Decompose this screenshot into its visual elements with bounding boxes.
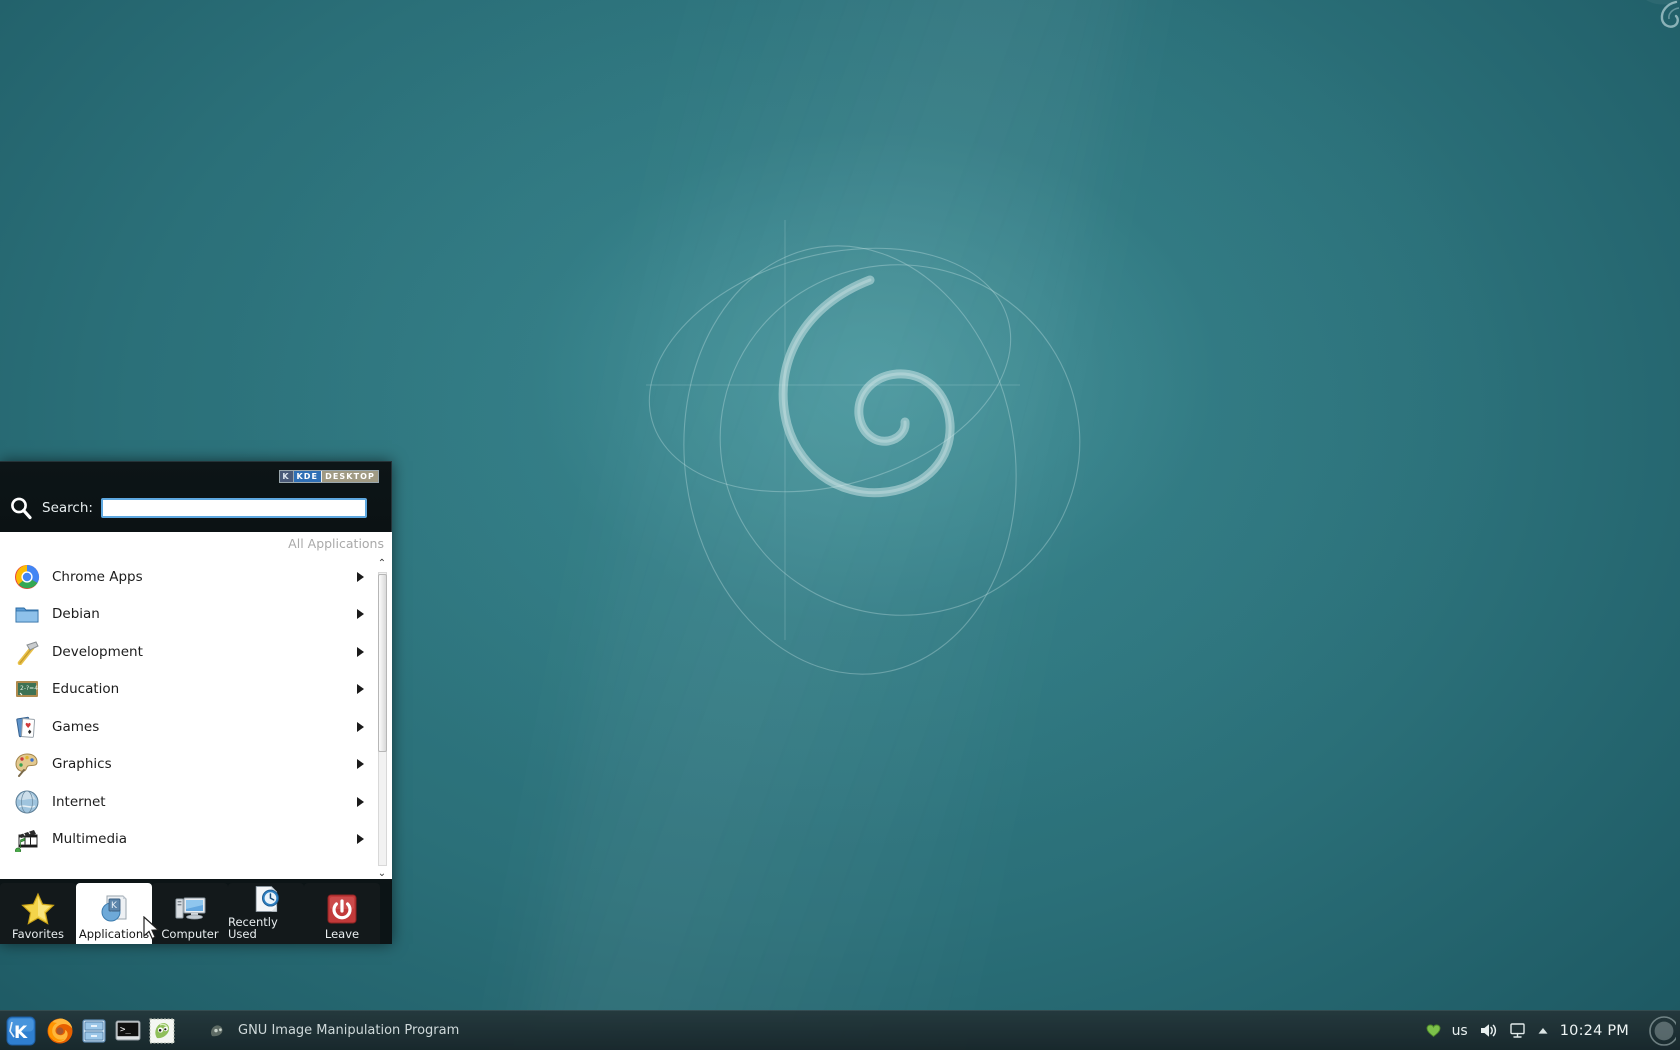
blackboard-icon: 2-?=4 bbox=[14, 676, 40, 702]
svg-text:>_: >_ bbox=[120, 1025, 131, 1035]
desktop-toolbox-icon[interactable] bbox=[1646, 0, 1680, 34]
terminal-icon[interactable]: >_ bbox=[114, 1017, 142, 1045]
tab-recently-used[interactable]: Recently Used bbox=[228, 883, 304, 944]
globe-icon bbox=[14, 789, 40, 815]
menu-item-label: Games bbox=[52, 719, 372, 735]
application-category-list[interactable]: Chrome Apps Debian bbox=[0, 558, 372, 880]
star-icon bbox=[20, 891, 56, 927]
gimp-window-icon bbox=[208, 1021, 228, 1041]
search-label: Search: bbox=[42, 500, 93, 516]
folder-icon bbox=[14, 601, 40, 627]
menu-item-multimedia[interactable]: Multimedia bbox=[0, 821, 372, 859]
submenu-arrow-icon bbox=[357, 834, 364, 844]
menu-item-graphics[interactable]: Graphics bbox=[0, 746, 372, 784]
menu-item-label: Chrome Apps bbox=[52, 569, 372, 585]
gimp-icon[interactable] bbox=[148, 1017, 176, 1045]
menu-item-debian[interactable]: Debian bbox=[0, 596, 372, 634]
svg-text:♦: ♦ bbox=[27, 729, 32, 736]
menu-item-chrome-apps[interactable]: Chrome Apps bbox=[0, 558, 372, 596]
system-tray[interactable]: us 10:24 PM bbox=[1426, 1014, 1676, 1048]
quick-launch-area[interactable]: >_ bbox=[46, 1017, 176, 1045]
svg-text:K: K bbox=[14, 1023, 28, 1043]
keyboard-layout-indicator[interactable]: us bbox=[1452, 1023, 1468, 1039]
menu-scrollbar[interactable]: ⌃ ⌄ bbox=[375, 562, 389, 876]
svg-text:2-?=4: 2-?=4 bbox=[20, 685, 38, 692]
tab-label: Leave bbox=[325, 929, 359, 941]
filemanager-icon[interactable] bbox=[80, 1017, 108, 1045]
submenu-arrow-icon bbox=[357, 647, 364, 657]
launcher-header: K KDE DESKTOP Search: bbox=[0, 462, 391, 532]
menu-item-label: Internet bbox=[52, 794, 372, 810]
launcher-content-pane: All Applications Chrome bbox=[0, 532, 392, 880]
submenu-arrow-icon bbox=[357, 759, 364, 769]
launcher-tab-bar[interactable]: Favorites K Applications bbox=[0, 879, 392, 944]
menu-item-label: Debian bbox=[52, 606, 372, 622]
scrollbar-thumb[interactable] bbox=[378, 574, 387, 752]
submenu-arrow-icon bbox=[357, 684, 364, 694]
scroll-up-icon[interactable]: ⌃ bbox=[375, 558, 389, 570]
search-row: Search: bbox=[0, 495, 391, 521]
submenu-arrow-icon bbox=[357, 722, 364, 732]
tab-leave[interactable]: Leave bbox=[304, 883, 380, 944]
taskbar[interactable]: K >_ bbox=[0, 1010, 1680, 1050]
submenu-arrow-icon bbox=[357, 572, 364, 582]
tab-label: Recently Used bbox=[228, 917, 304, 940]
tab-favorites[interactable]: Favorites bbox=[0, 883, 76, 944]
chrome-icon bbox=[14, 564, 40, 590]
breadcrumb[interactable]: All Applications bbox=[288, 536, 384, 551]
power-icon bbox=[324, 891, 360, 927]
menu-item-games[interactable]: ♥ ♦ Games bbox=[0, 708, 372, 746]
display-icon[interactable] bbox=[1509, 1022, 1526, 1039]
show-hidden-icons-arrow[interactable] bbox=[1537, 1026, 1549, 1036]
menu-item-label: Education bbox=[52, 681, 372, 697]
computer-icon bbox=[172, 891, 208, 927]
kde-k-icon: K bbox=[6, 1016, 36, 1046]
analog-clock-widget[interactable] bbox=[1642, 1014, 1676, 1048]
tab-label: Computer bbox=[161, 929, 218, 941]
wallpaper-light-streak bbox=[489, 0, 1140, 1050]
palette-icon bbox=[14, 751, 40, 777]
submenu-arrow-icon bbox=[357, 609, 364, 619]
menu-item-education[interactable]: 2-?=4 Education bbox=[0, 671, 372, 709]
tab-label: Favorites bbox=[12, 929, 64, 941]
kde-badge-desktop: DESKTOP bbox=[321, 471, 378, 482]
debian-swirl-logo bbox=[600, 210, 1160, 710]
digital-clock[interactable]: 10:24 PM bbox=[1560, 1023, 1629, 1039]
kde-badge-logo: K bbox=[280, 471, 293, 482]
tab-computer[interactable]: Computer bbox=[152, 883, 228, 944]
submenu-arrow-icon bbox=[357, 797, 364, 807]
volume-icon[interactable] bbox=[1479, 1022, 1498, 1039]
menu-item-label: Graphics bbox=[52, 756, 372, 772]
search-input[interactable] bbox=[101, 498, 367, 518]
search-icon bbox=[8, 495, 34, 521]
filmstrip-icon bbox=[14, 826, 40, 852]
menu-item-development[interactable]: Development bbox=[0, 633, 372, 671]
menu-item-label: Development bbox=[52, 644, 372, 660]
tab-label: Applications bbox=[79, 929, 149, 941]
task-manager[interactable]: GNU Image Manipulation Program bbox=[198, 1016, 1426, 1046]
kde-desktop-badge: K KDE DESKTOP bbox=[279, 470, 380, 483]
applications-icon: K bbox=[96, 891, 132, 927]
clipboard-heart-icon[interactable] bbox=[1426, 1023, 1441, 1038]
task-title: GNU Image Manipulation Program bbox=[238, 1023, 459, 1038]
hammer-icon bbox=[14, 639, 40, 665]
clock-page-icon bbox=[248, 883, 284, 915]
kde-menu-button[interactable]: K bbox=[2, 1012, 40, 1050]
firefox-icon[interactable] bbox=[46, 1017, 74, 1045]
tab-applications[interactable]: K Applications bbox=[76, 883, 152, 944]
task-entry-gimp[interactable]: GNU Image Manipulation Program bbox=[198, 1016, 469, 1046]
cards-icon: ♥ ♦ bbox=[14, 714, 40, 740]
menu-item-label: Multimedia bbox=[52, 831, 372, 847]
kde-badge-kde: KDE bbox=[293, 471, 322, 482]
application-launcher-menu[interactable]: K KDE DESKTOP Search: All Applications bbox=[0, 461, 392, 944]
menu-item-internet[interactable]: Internet bbox=[0, 783, 372, 821]
